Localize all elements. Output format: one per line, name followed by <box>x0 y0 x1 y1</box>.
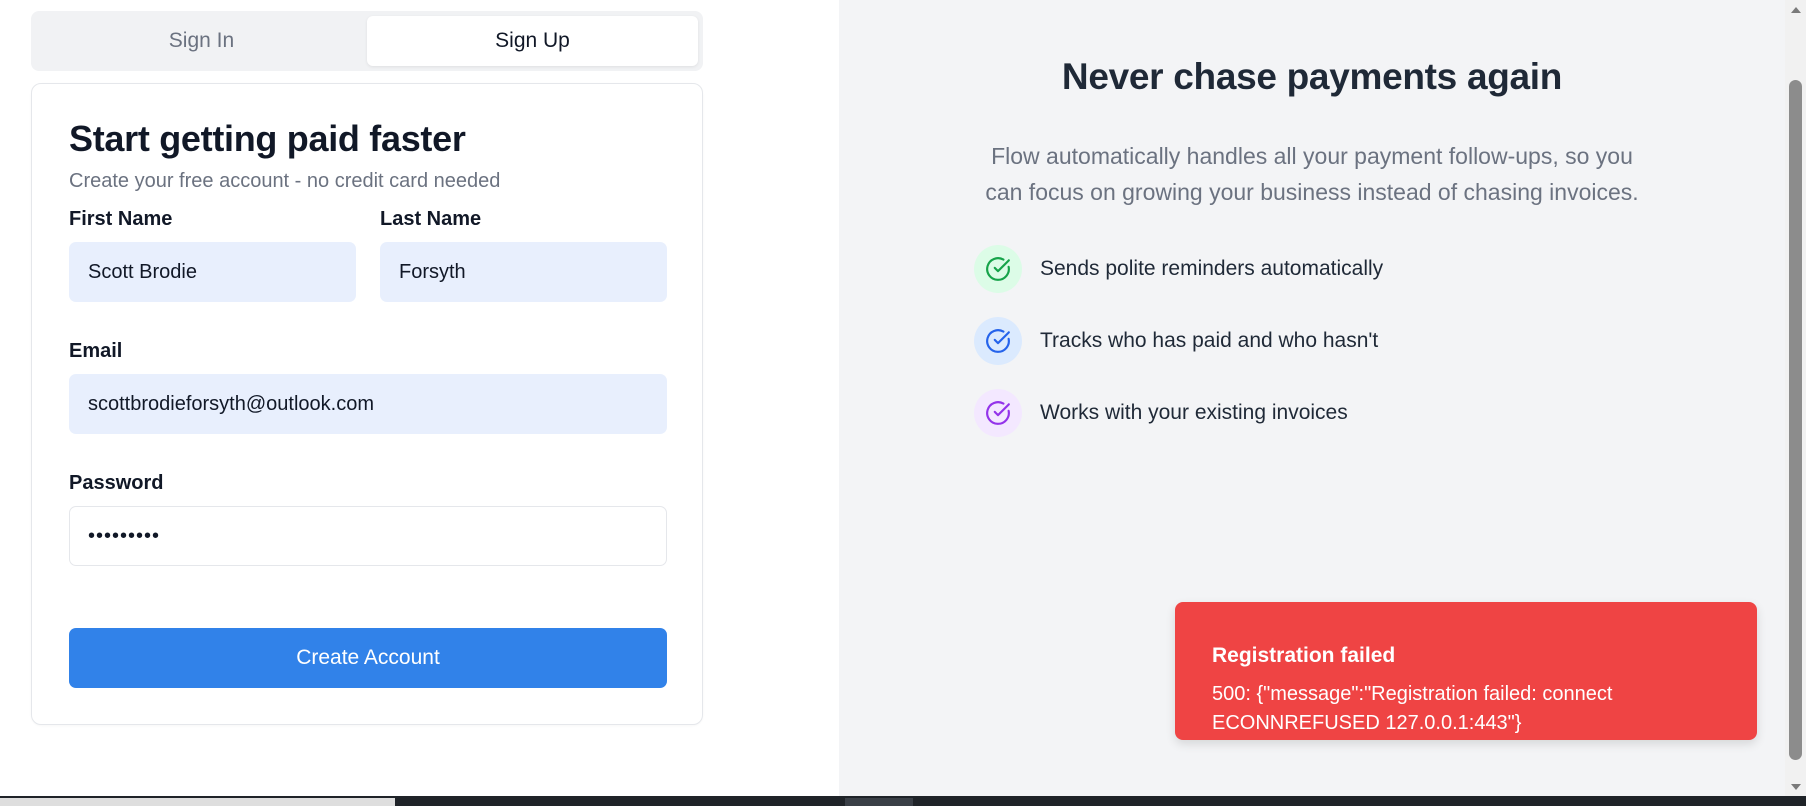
scroll-down-arrow-icon[interactable] <box>1785 778 1806 796</box>
create-account-button[interactable]: Create Account <box>69 628 667 688</box>
check-circle-icon <box>974 389 1022 437</box>
email-label: Email <box>69 340 123 362</box>
password-input[interactable] <box>69 506 667 566</box>
feature-text: Tracks who has paid and who hasn't <box>1040 329 1379 352</box>
taskbar-strip <box>0 796 1806 806</box>
toast-message: 500: {"message":"Registration failed: co… <box>1212 683 1613 734</box>
feature-text: Works with your existing invoices <box>1040 401 1348 424</box>
hero-description: Flow automatically handles all your paym… <box>985 143 1639 205</box>
first-name-input[interactable] <box>69 242 356 302</box>
feature-text: Sends polite reminders automatically <box>1040 257 1384 280</box>
password-label: Password <box>69 472 164 494</box>
scrollbar-thumb[interactable] <box>1789 80 1802 760</box>
form-title: Start getting paid faster <box>69 118 466 159</box>
feature-item: Sends polite reminders automatically <box>974 245 1383 293</box>
feature-item: Works with your existing invoices <box>974 389 1348 437</box>
last-name-label: Last Name <box>380 208 482 230</box>
email-input[interactable] <box>69 374 667 434</box>
auth-tabs: Sign In Sign Up <box>31 11 703 71</box>
check-circle-icon <box>974 245 1022 293</box>
error-toast[interactable]: Registration failed 500: {"message":"Reg… <box>1175 602 1757 740</box>
taskbar-segment <box>0 798 395 806</box>
last-name-input[interactable] <box>380 242 667 302</box>
toast-title: Registration failed <box>1212 644 1396 667</box>
taskbar-segment <box>845 798 913 806</box>
scrollbar[interactable] <box>1785 0 1806 796</box>
tab-sign-in[interactable]: Sign In <box>36 16 367 66</box>
signup-pane: Sign In Sign Up Start getting paid faste… <box>0 0 839 796</box>
hero-title: Never chase payments again <box>1061 56 1563 97</box>
tab-sign-up[interactable]: Sign Up <box>367 16 698 66</box>
scroll-up-arrow-icon[interactable] <box>1785 0 1806 18</box>
check-circle-icon <box>974 317 1022 365</box>
signup-card: Start getting paid faster Create your fr… <box>31 83 703 725</box>
first-name-label: First Name <box>69 208 173 230</box>
form-subtitle: Create your free account - no credit car… <box>69 170 501 192</box>
feature-item: Tracks who has paid and who hasn't <box>974 317 1378 365</box>
